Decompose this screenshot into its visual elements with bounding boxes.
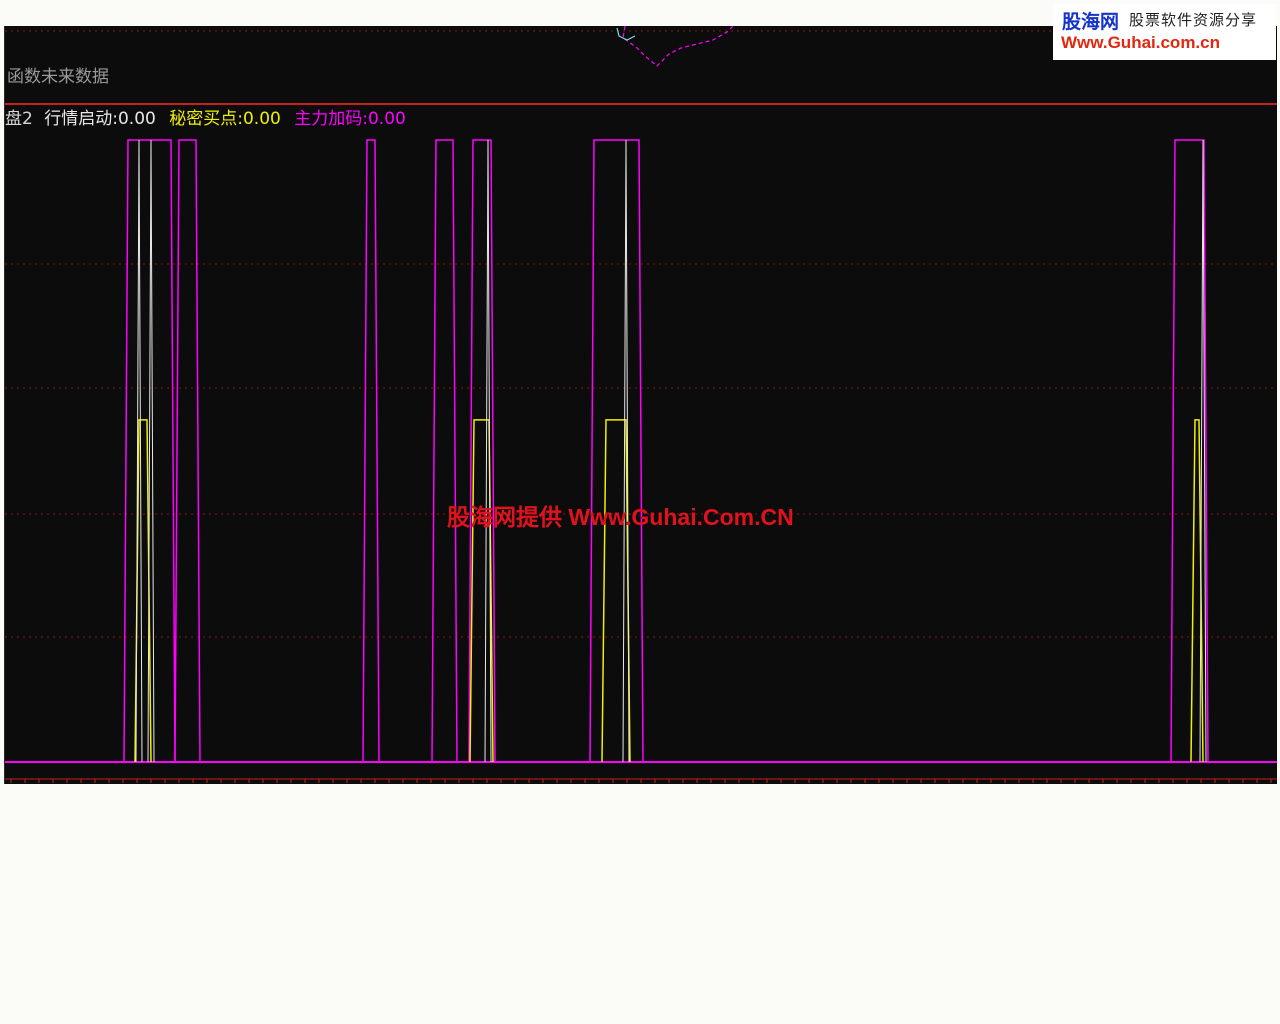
series-jiama-pulse <box>362 139 380 763</box>
main-price-trace <box>622 26 734 67</box>
indicator-chart-window[interactable]: 函数未来数据 盘2 行情启动: 0.00 秘密买点: 0.00 主力加码: 0.… <box>4 26 1277 784</box>
series-qidong-spike <box>147 139 155 763</box>
watermark-url: Www.Guhai.com.cn <box>1061 33 1220 52</box>
watermark-logo: 股海网 <box>1062 11 1120 33</box>
series-jiama-pulse <box>174 139 201 763</box>
site-watermark: 股海网 股票软件资源分享 Www.Guhai.com.cn <box>1053 4 1276 60</box>
center-watermark: 股海网提供 Www.Guhai.Com.CN <box>447 504 794 530</box>
series-jiama-pulse <box>589 139 644 763</box>
main-price-trace-cyan <box>616 27 636 41</box>
series-maidian-pulse <box>601 419 631 763</box>
indicator-plot[interactable] <box>5 26 1277 784</box>
watermark-tagline: 股票软件资源分享 <box>1129 11 1258 29</box>
series-jiama-pulse <box>431 139 458 763</box>
